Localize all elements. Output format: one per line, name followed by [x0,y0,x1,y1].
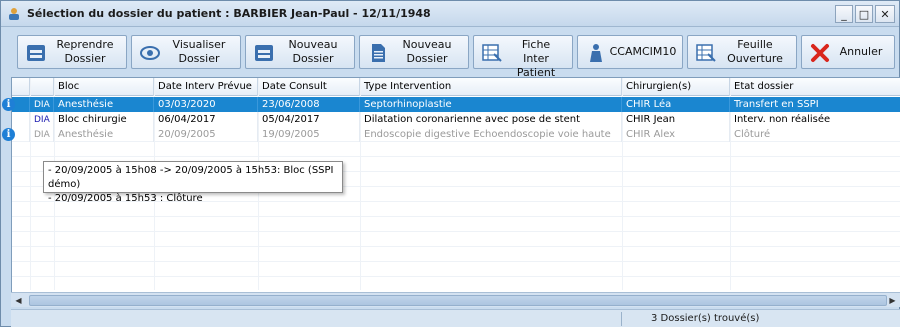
chirurgien-cell: CHIR Léa [622,97,730,112]
status-separator [621,312,622,326]
grid-line [12,276,900,277]
date-interv-cell: 03/03/2020 [154,97,258,112]
type-intervention-cell: Septorhinoplastie [360,97,622,112]
tag-cell: DIA [30,127,54,142]
grid-line [12,246,900,247]
feuille-ouverture-label: Feuille Ouverture [727,38,783,65]
horizontal-scrollbar[interactable]: ◀ ▶ [11,292,900,307]
bloc-cell: Anesthésie [54,97,154,112]
tag-cell: DIA [30,112,54,127]
ccamcim10-label: CCAMCIM10 [609,45,677,58]
column-header-type-intervention[interactable]: Type Intervention [360,78,622,96]
column-header-chirurgien[interactable]: Chirurgien(s) [622,78,730,96]
date-interv-cell: 06/04/2017 [154,112,258,127]
toolbar: Reprendre Dossier Visualiser Dossier Nou… [1,28,899,79]
patient-folder-window: Sélection du dossier du patient : BARBIE… [0,0,900,327]
chirurgien-cell: CHIR Jean [622,112,730,127]
etat-cell: Transfert en SSPI [734,99,819,110]
maximize-button[interactable]: □ [855,5,873,23]
type-intervention-cell: Endoscopie digestive Echoendoscopie voie… [360,127,622,142]
date-consult-cell: 23/06/2008 [258,97,360,112]
minimize-button[interactable]: _ [835,5,853,23]
sheet-open-icon [696,44,716,62]
tag-cell: DIA [30,97,54,112]
dia-tag: DIA [34,100,50,110]
grid-line [12,261,900,262]
scroll-left-arrow-icon[interactable]: ◀ [13,295,24,306]
fiche-inter-patient-button[interactable]: Fiche Inter Patient [473,35,573,79]
table-header: Bloc Date Interv Prévue Date Consult Typ… [12,78,900,96]
title-bar: Sélection du dossier du patient : BARBIE… [1,1,899,27]
grid-line [12,231,900,232]
date-consult-cell: 19/09/2005 [258,127,360,142]
eye-icon [140,46,160,60]
tooltip-line: - 20/09/2005 à 15h08 -> 20/09/2005 à 15h… [48,165,334,190]
info-icon[interactable]: i [2,98,15,111]
folder-resume-icon [27,45,45,61]
column-header-etat[interactable]: Etat dossier [730,78,900,96]
close-button[interactable]: ✕ [875,5,895,23]
nouveau-dossier-document-button[interactable]: Nouveau Dossier [359,35,469,69]
type-intervention-cell: Dilatation coronarienne avec pose de ste… [360,112,622,127]
chirurgien-cell: CHIR Alex [622,127,730,142]
visualiser-dossier-label: Visualiser Dossier [172,38,226,65]
bloc-cell: Anesthésie [54,127,154,142]
date-consult-cell: 05/04/2017 [258,112,360,127]
column-header-tag[interactable] [30,78,54,96]
dia-tag: DIA [34,130,50,140]
status-bar: 3 Dossier(s) trouvé(s) [11,309,900,327]
reprendre-dossier-label: Reprendre Dossier [56,38,114,65]
visualiser-dossier-button[interactable]: Visualiser Dossier [131,35,241,69]
etat-cell: Interv. non réalisée [734,114,831,125]
cancel-icon [811,44,829,62]
feuille-ouverture-button[interactable]: Feuille Ouverture [687,35,797,69]
app-icon [9,8,19,20]
info-icon[interactable]: i [2,128,15,141]
ccamcim10-button[interactable]: CCAMCIM10 [577,35,683,69]
window-title: Sélection du dossier du patient : BARBIE… [27,7,431,20]
tooltip-line: - 20/09/2005 à 15h53 : Clôture [48,193,203,204]
table-row[interactable]: DIA Bloc chirurgie 06/04/2017 05/04/2017… [12,112,900,127]
table-row[interactable]: DIA Anesthésie 03/03/2020 23/06/2008 Sep… [12,97,900,112]
annuler-label: Annuler [839,45,883,58]
result-count: 3 Dossier(s) trouvé(s) [651,313,760,324]
grid-line [12,216,900,217]
nouveau-dossier-button[interactable]: Nouveau Dossier [245,35,355,69]
window-controls: _ □ ✕ [835,5,895,23]
history-tooltip: - 20/09/2005 à 15h08 -> 20/09/2005 à 15h… [43,161,343,204]
annuler-button[interactable]: Annuler [801,35,895,69]
person-icon [590,44,602,62]
nouveau-dossier-label: Nouveau Dossier [288,38,338,65]
column-header-date-interv[interactable]: Date Interv Prévue [154,78,258,96]
nouveau-dossier-document-label: Nouveau Dossier [402,38,452,65]
dia-tag: DIA [34,115,50,125]
new-folder-icon [255,45,273,61]
column-header-date-consult[interactable]: Date Consult [258,78,360,96]
sheet-icon [482,44,502,62]
info-cell [12,112,30,127]
date-interv-cell: 20/09/2005 [154,127,258,142]
column-header-bloc[interactable]: Bloc [54,78,154,96]
bloc-cell: Bloc chirurgie [54,112,154,127]
scroll-right-arrow-icon[interactable]: ▶ [887,295,898,306]
column-header-info[interactable] [12,78,30,96]
grid-line [12,156,900,157]
etat-cell: Clôturé [734,129,771,140]
table-row[interactable]: DIA Anesthésie 20/09/2005 19/09/2005 End… [12,127,900,142]
new-document-icon [372,44,385,62]
scrollbar-thumb[interactable] [29,295,887,306]
reprendre-dossier-button[interactable]: Reprendre Dossier [17,35,127,69]
fiche-inter-patient-label: Fiche Inter Patient [516,38,556,79]
